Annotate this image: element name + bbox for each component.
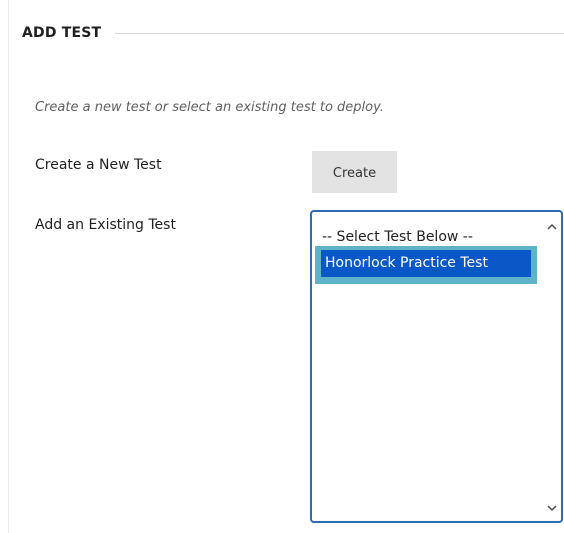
- instructions-text: Create a new test or select an existing …: [35, 100, 384, 115]
- add-test-panel: ADD TEST Create a new test or select an …: [8, 0, 564, 533]
- header-divider: [115, 32, 564, 34]
- section-header: ADD TEST: [22, 23, 564, 43]
- create-button[interactable]: Create: [312, 151, 397, 193]
- listbox-option-focus-ring: Honorlock Practice Test: [315, 246, 537, 284]
- chevron-up-icon[interactable]: [545, 220, 559, 234]
- section-title: ADD TEST: [22, 25, 102, 41]
- listbox-option-placeholder[interactable]: -- Select Test Below --: [322, 229, 473, 245]
- create-new-test-label: Create a New Test: [35, 157, 162, 173]
- chevron-down-icon[interactable]: [545, 501, 559, 515]
- existing-test-listbox[interactable]: -- Select Test Below -- Honorlock Practi…: [310, 210, 563, 523]
- add-existing-test-label: Add an Existing Test: [35, 217, 176, 233]
- listbox-option-selected[interactable]: Honorlock Practice Test: [321, 250, 531, 277]
